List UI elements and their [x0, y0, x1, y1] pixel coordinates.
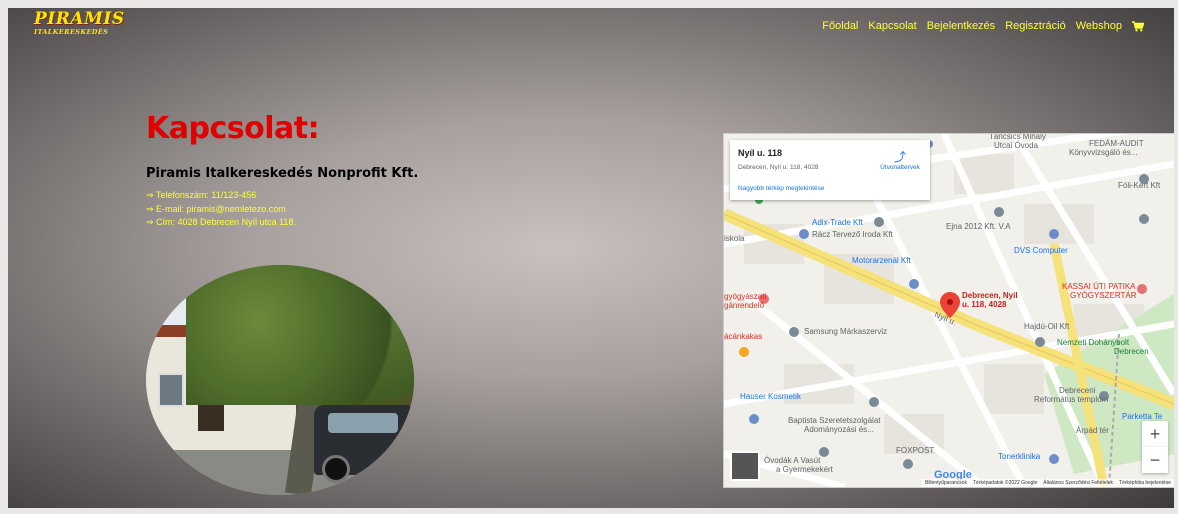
map-label: ácánkakas	[724, 332, 763, 341]
cart-icon[interactable]	[1132, 21, 1145, 32]
directions-label: Útvonaltervek	[880, 164, 920, 171]
main-nav: Főoldal Kapcsolat Bejelentkezés Regisztr…	[822, 20, 1145, 32]
contact-info-list: ⇒ Telefonszám: 11/123-456 ⇒ E-mail: pira…	[146, 189, 296, 230]
terms-link[interactable]: Általános Szerződési Feltételek	[1043, 480, 1113, 486]
map-label: Parketta Te	[1122, 412, 1163, 421]
photo-car-wheel	[322, 455, 350, 483]
map-label: Táncsics Mihály	[989, 133, 1046, 141]
photo-tree-canopy	[186, 265, 414, 405]
photo-window	[158, 373, 184, 407]
map-label: DVS Computer	[1014, 246, 1068, 255]
keyboard-shortcuts-link[interactable]: Billentyűparancsok	[925, 480, 967, 486]
shop-photo	[146, 265, 414, 495]
map-label: iskola	[724, 234, 745, 243]
map-label: FOXPOST	[896, 446, 935, 455]
map-label: Ejna 2012 Kft. V.A	[946, 222, 1011, 231]
map-label: Samsung Márkaszerviz	[804, 327, 888, 336]
zoom-out-button[interactable]: −	[1142, 447, 1168, 473]
logo-wordmark: PIRAMIS	[34, 11, 124, 28]
photo-car-wheel	[386, 455, 414, 483]
map-label: Motorarzenál Kft	[852, 256, 911, 265]
nav-regisztracio[interactable]: Regisztráció	[1005, 20, 1066, 32]
map-data-text: Térképadatok ©2022 Google	[972, 480, 1038, 486]
map-label: Tonerklinika	[998, 452, 1041, 461]
larger-map-link[interactable]: Nagyobb térkép megtekintése	[738, 185, 824, 192]
pin-label: Debrecen, Nyíl	[962, 291, 1018, 300]
map-label: Árpád tér	[1076, 426, 1109, 435]
map-label: Református templom	[1034, 395, 1109, 404]
address-line: ⇒ Cím: 4028 Debrecen Nyíl utca 118.	[146, 217, 296, 227]
map-label: a Gyermekekért	[776, 465, 833, 474]
photo-car-window	[328, 413, 398, 433]
nav-webshop[interactable]: Webshop	[1076, 20, 1122, 32]
email-line: ⇒ E-mail: piramis@nemletezo.com	[146, 203, 286, 214]
map-label: Utcai Óvoda	[994, 141, 1039, 150]
map-label: Debreceni	[1059, 386, 1096, 395]
map-label: GYÓGYSZERTÁR	[1070, 291, 1137, 300]
zoom-in-button[interactable]: +	[1142, 421, 1168, 447]
map-info-card: Nyíl u. 118 Debrecen, Nyíl u. 118, 4028 …	[730, 140, 930, 200]
map-label: Nemzeti Dohánybolt	[1057, 338, 1130, 347]
map-label: Könyvvizsgáló és...	[1069, 148, 1138, 157]
embedded-map[interactable]: Táncsics Mihály Utcai Óvoda FEDÁM-AUDIT …	[723, 133, 1174, 488]
cart-icon-svg	[1132, 21, 1145, 32]
directions-button[interactable]: ⤴ Útvonaltervek	[876, 150, 924, 171]
logo-subtitle: ITALKERESKEDÉS	[34, 28, 109, 36]
map-attribution: Billentyűparancsok Térképadatok ©2022 Go…	[921, 479, 1174, 487]
map-label: FEDÁM-AUDIT	[1089, 139, 1144, 148]
nav-bejelentkezes[interactable]: Bejelentkezés	[927, 20, 996, 32]
map-label: Adományozási és...	[804, 425, 874, 434]
map-label: KASSAI ÚTI PATIKA	[1062, 282, 1136, 291]
map-label: Baptista Szeretetszolgálat	[788, 416, 881, 425]
map-label: Adix-Trade Kft	[812, 218, 863, 227]
logo-text: PIRAMIS	[34, 9, 125, 29]
directions-icon: ⤴	[893, 150, 906, 164]
page-frame: PIRAMIS ITALKERESKEDÉS Főoldal Kapcsolat…	[8, 8, 1174, 508]
map-label: Debrecen	[1114, 347, 1149, 356]
phone-line: ⇒ Telefonszám: 11/123-456	[146, 190, 257, 200]
company-name: Piramis Italkereskedés Nonprofit Kft.	[146, 166, 419, 181]
map-card-address: Debrecen, Nyíl u. 118, 4028	[738, 164, 819, 171]
map-label: gyógyászati	[724, 292, 767, 301]
report-error-link[interactable]: Térképhiba bejelentése	[1119, 480, 1171, 486]
page-title: Kapcsolat:	[146, 111, 320, 146]
map-label: Óvodák A Vasút	[764, 456, 821, 465]
map-label: gánrendelő	[724, 301, 765, 310]
map-layer-toggle[interactable]	[730, 451, 760, 481]
map-label: Hauser Kosmetik	[740, 392, 801, 401]
nav-kapcsolat[interactable]: Kapcsolat	[868, 20, 916, 32]
map-label: Hajdú-Oil Kft	[1024, 322, 1070, 331]
map-label: Fóli-Kert Kft	[1118, 181, 1161, 190]
map-card-title: Nyíl u. 118	[738, 148, 783, 158]
nav-fooldal[interactable]: Főoldal	[822, 20, 858, 32]
map-label: Rácz Tervező Iroda Kft	[812, 230, 893, 239]
pin-label: u. 118, 4028	[962, 300, 1007, 309]
brand-logo[interactable]: PIRAMIS ITALKERESKEDÉS	[34, 11, 124, 39]
